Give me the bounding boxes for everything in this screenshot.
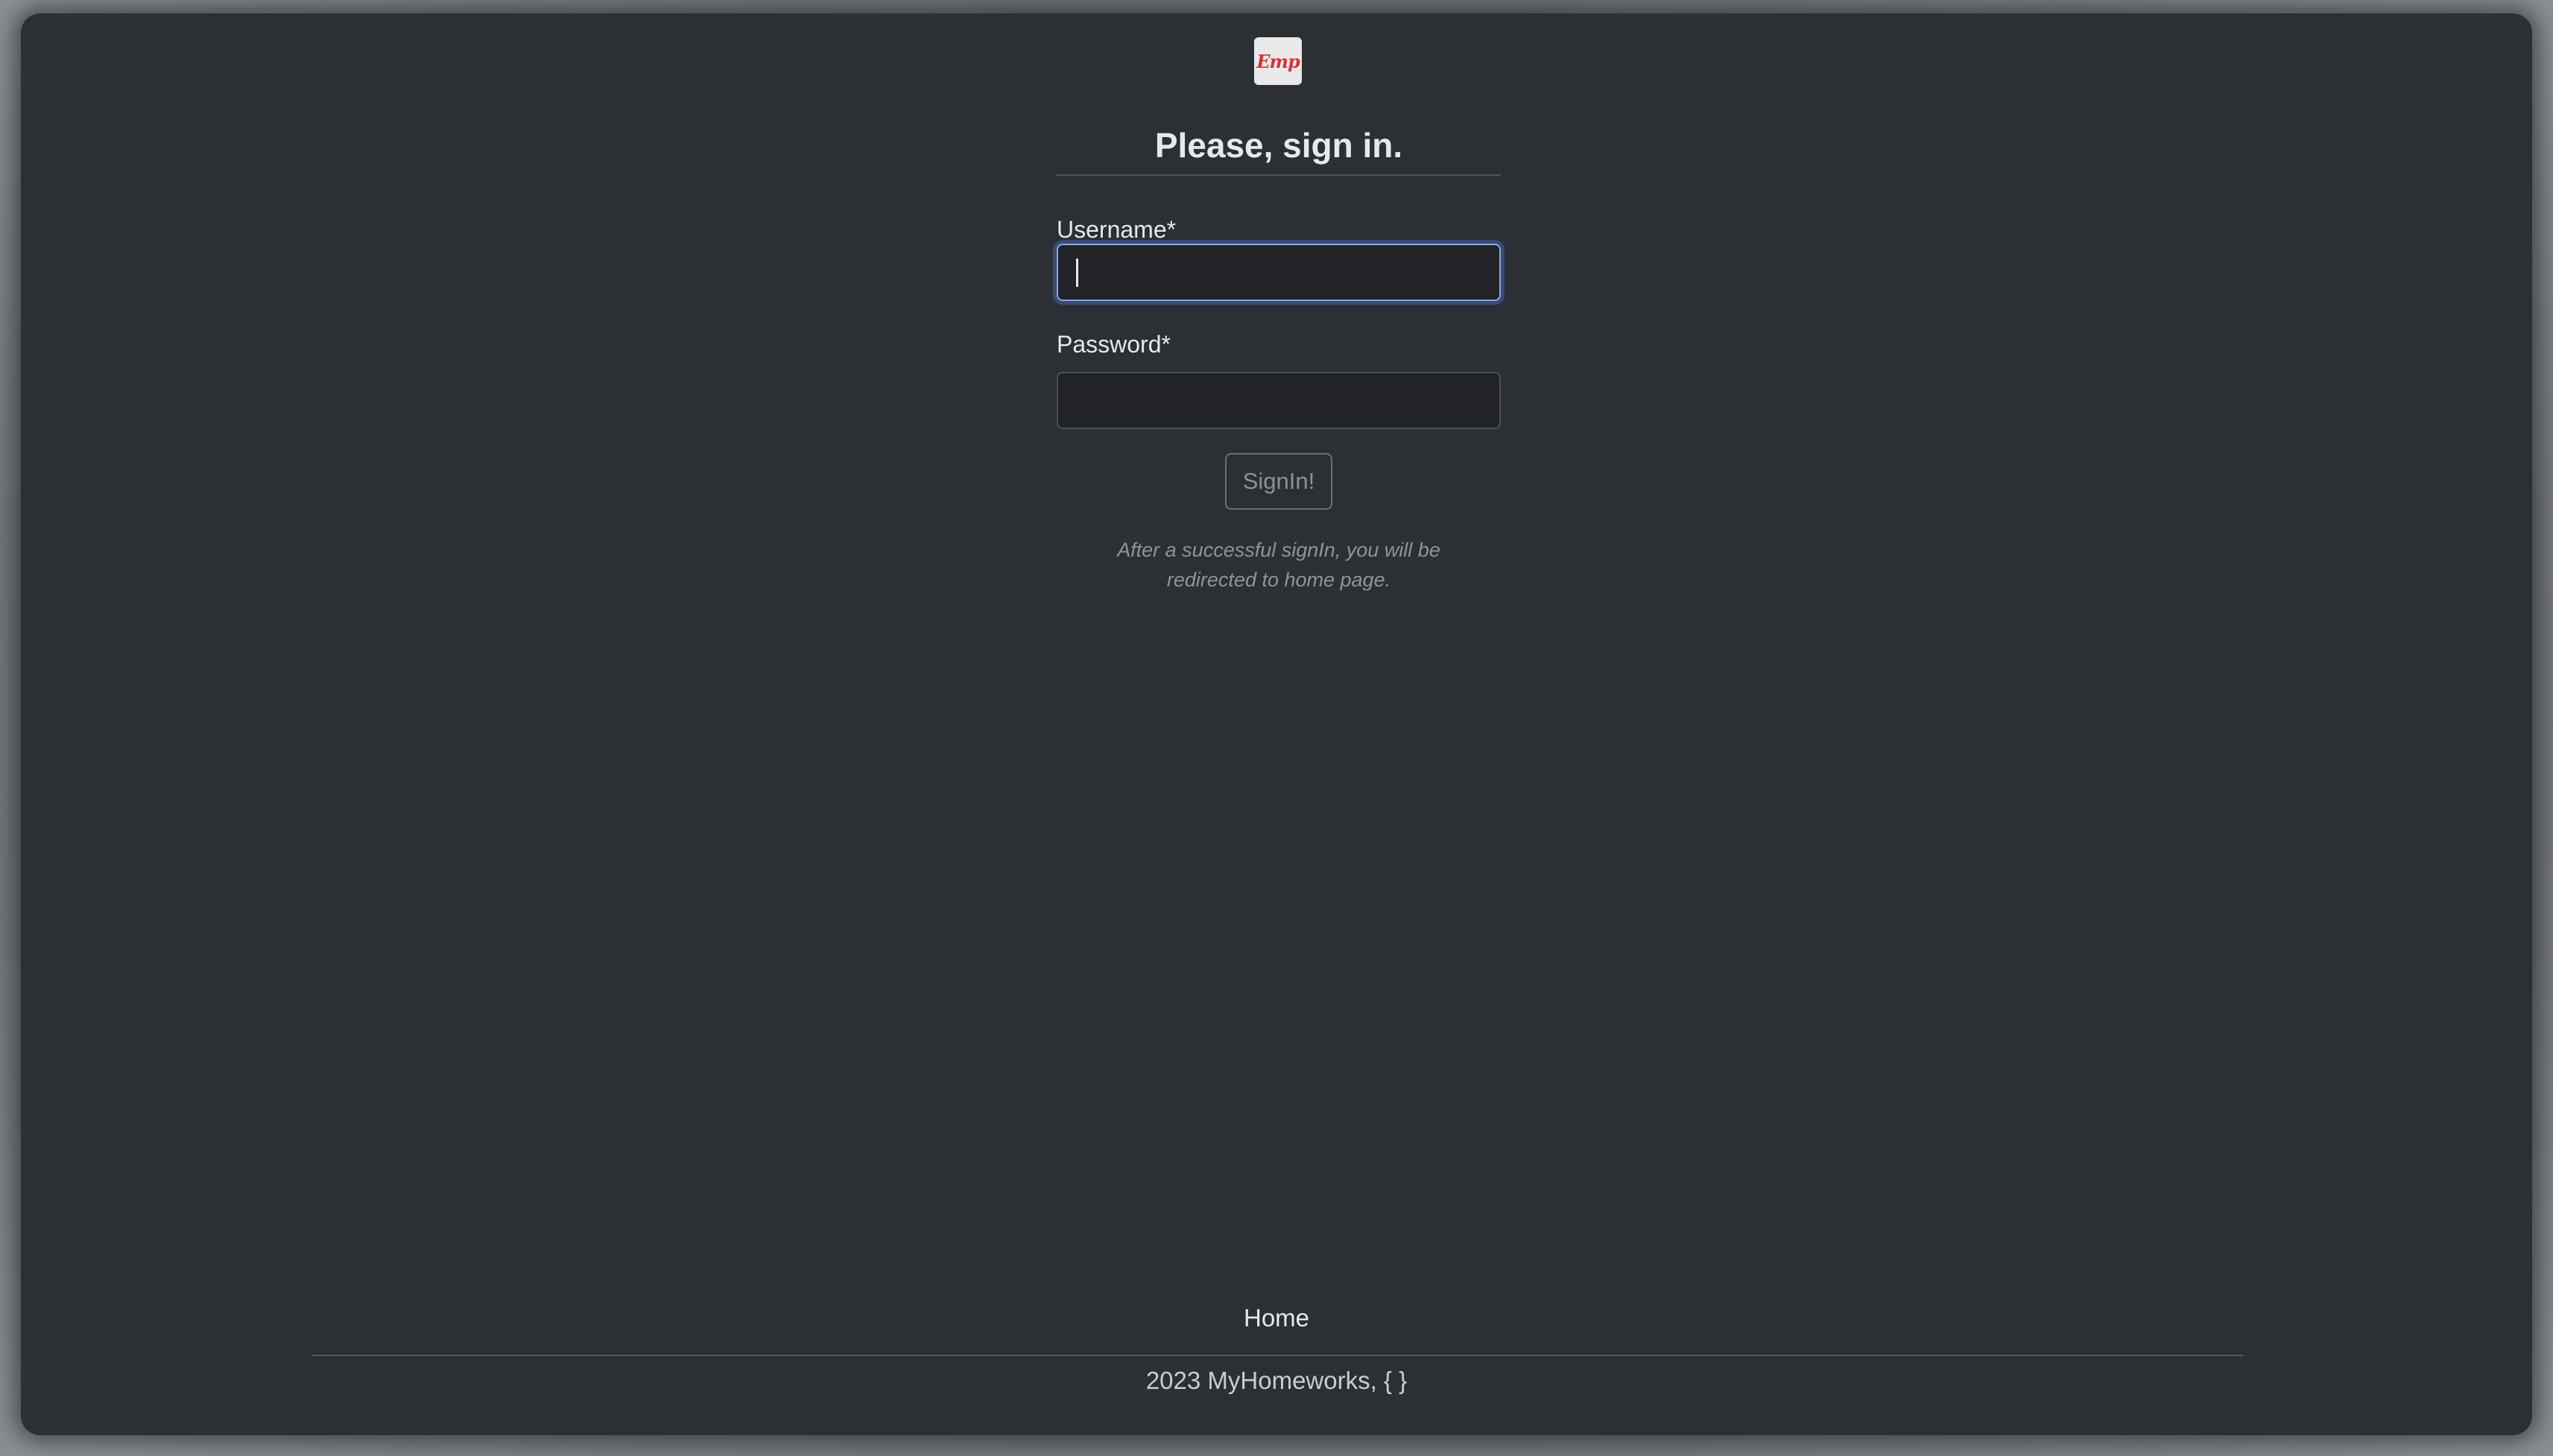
username-field-wrap <box>1057 244 1501 301</box>
text-caret <box>1076 259 1078 287</box>
brand-logo[interactable]: Emp <box>1254 37 1302 85</box>
username-input[interactable] <box>1057 244 1501 301</box>
password-input[interactable] <box>1057 372 1501 429</box>
signin-form: Please, sign in. Username* Password* Sig… <box>1057 118 1501 595</box>
home-link[interactable]: Home <box>1244 1304 1309 1332</box>
logo-text: Emp <box>1256 50 1300 72</box>
browser-window: Emp Please, sign in. Username* Password*… <box>21 13 2532 1435</box>
footer-nav: Home <box>21 1304 2532 1332</box>
password-label: Password* <box>1057 331 1171 358</box>
username-label: Username* <box>1057 216 1177 243</box>
copyright-text: 2023 MyHomeworks, { } <box>1145 1367 1408 1394</box>
redirect-note: After a successful signIn, you will be r… <box>1117 539 1440 591</box>
footer-divider <box>311 1355 2243 1356</box>
page-title: Please, sign in. <box>1057 118 1501 176</box>
signin-button[interactable]: SignIn! <box>1224 453 1333 510</box>
submit-row: SignIn! <box>1057 453 1501 510</box>
